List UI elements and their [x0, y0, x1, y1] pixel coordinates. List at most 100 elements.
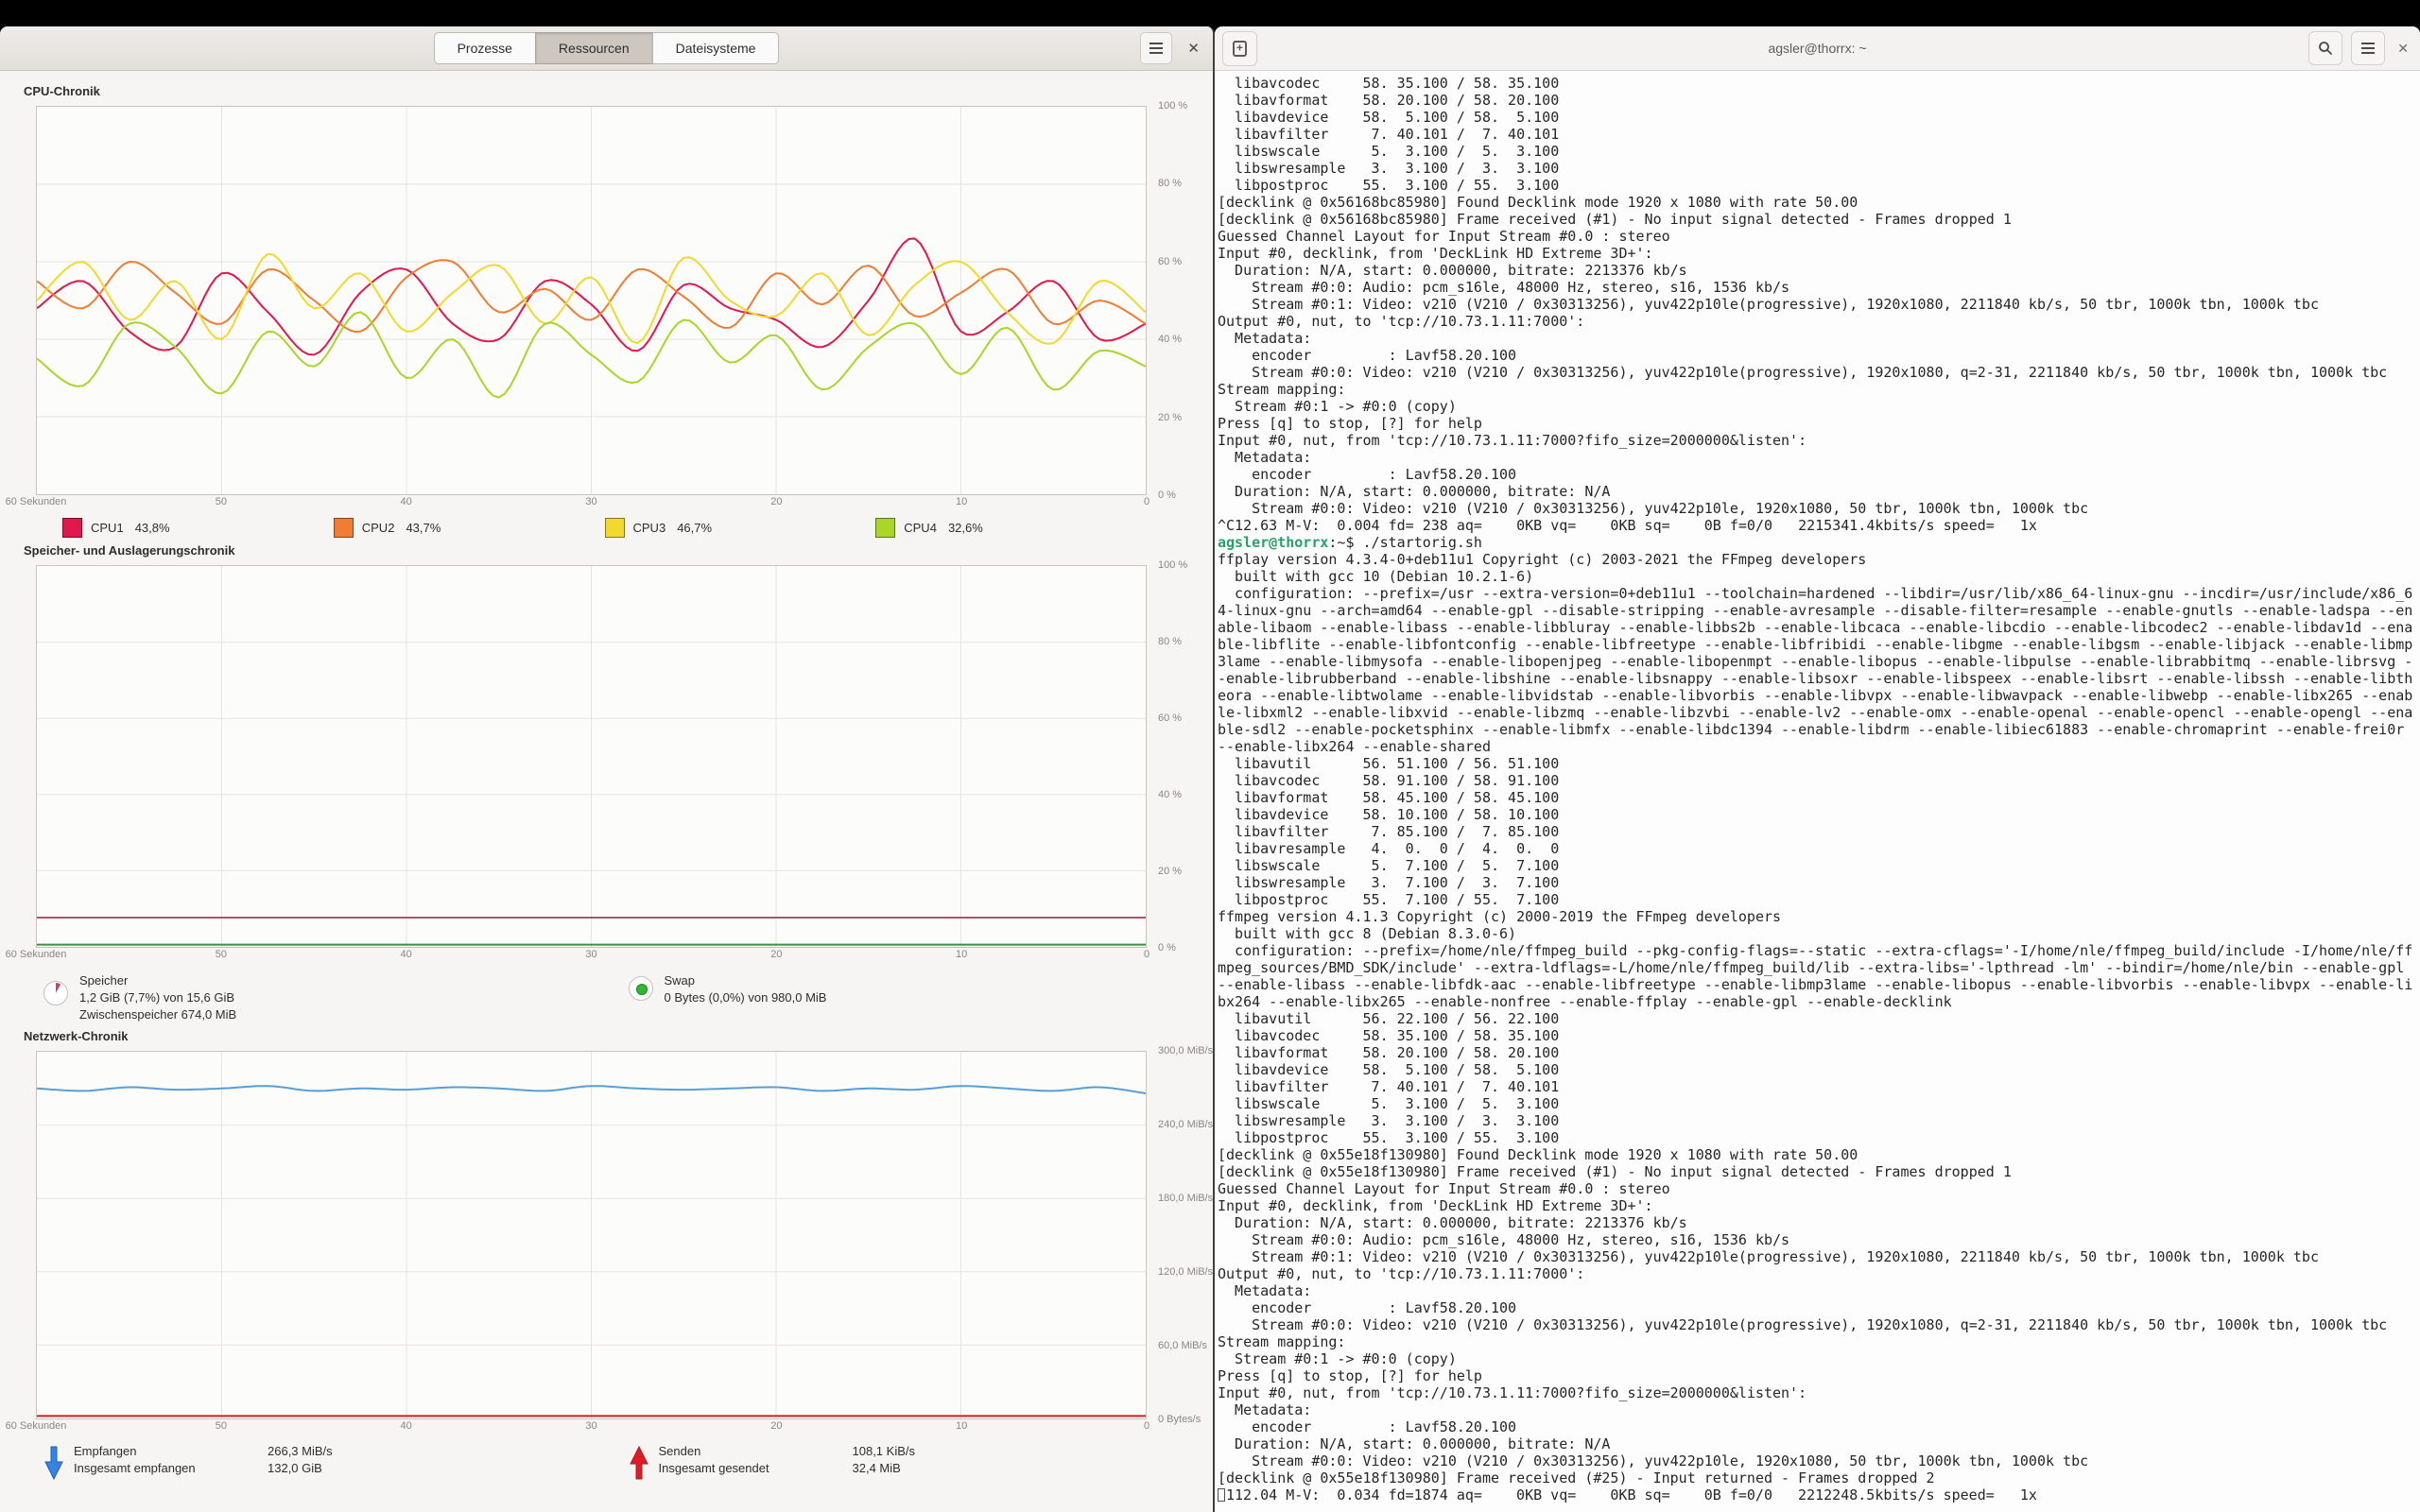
receive-total-label: Insgesamt empfangen [74, 1460, 268, 1477]
x-tick-label: 0 [1144, 949, 1150, 960]
terminal-output[interactable]: libavcodec 58. 35.100 / 58. 35.100 libav… [1215, 71, 2420, 1512]
x-tick-label: 20 [770, 949, 782, 960]
terminal-line: Stream mapping: [1218, 1333, 2420, 1350]
terminal-close-button[interactable]: ✕ [2397, 41, 2409, 57]
new-tab-button[interactable] [1222, 31, 1257, 66]
terminal-line: 3lame --enable-libmysofa --enable-libope… [1218, 653, 2420, 670]
network-section: Netzwerk-Chronik 300,0 MiB/s240,0 MiB/s1… [0, 1029, 1213, 1481]
terminal-line: ffplay version 4.3.4-0+deb11u1 Copyright… [1218, 551, 2420, 568]
terminal-line: Stream #0:0: Video: v210 (V210 / 0x30313… [1218, 1452, 2420, 1469]
cpu-legend-item-2[interactable]: CPU243,7% [334, 518, 605, 538]
x-tick-label: 40 [401, 1420, 412, 1432]
x-tick-label: 30 [585, 496, 596, 507]
cpu-percentage: 43,7% [406, 521, 441, 535]
x-tick-label: 10 [956, 949, 967, 960]
terminal-line: encoder : Lavf58.20.100 [1218, 466, 2420, 483]
cpu-legend-item-4[interactable]: CPU432,6% [875, 518, 1147, 538]
cpu-percentage: 46,7% [677, 521, 712, 535]
terminal-line: Stream #0:1: Video: v210 (V210 / 0x30313… [1218, 296, 2420, 313]
y-tick-label: 80 % [1158, 636, 1182, 647]
x-tick-label: 50 [216, 496, 227, 507]
y-tick-label: 60,0 MiB/s [1158, 1340, 1207, 1351]
terminal-line: bx264 --enable-libx265 --enable-nonfree … [1218, 993, 2420, 1010]
y-tick-label: 120,0 MiB/s [1158, 1266, 1213, 1278]
terminal-line: libavformat 58. 20.100 / 58. 20.100 [1218, 1044, 2420, 1061]
cpu-name: CPU4 [904, 521, 937, 535]
terminal-line: Press [q] to stop, [?] for help [1218, 415, 2420, 432]
y-tick-label: 180,0 MiB/s [1158, 1193, 1213, 1204]
network-y-axis: 300,0 MiB/s240,0 MiB/s180,0 MiB/s120,0 M… [1158, 1051, 1215, 1419]
terminal-line: Stream #0:1 -> #0:0 (copy) [1218, 398, 2420, 415]
cpu-legend: CPU143,8%CPU243,7% CPU3 46,7% CPU432,6% [62, 518, 1147, 538]
search-button[interactable] [2308, 31, 2342, 65]
terminal-line: Metadata: [1218, 1282, 2420, 1299]
terminal-line: Duration: N/A, start: 0.000000, bitrate:… [1218, 1435, 2420, 1452]
terminal-line: libpostproc 55. 3.100 / 55. 3.100 [1218, 177, 2420, 194]
cpu-legend-item-1[interactable]: CPU143,8% [62, 518, 334, 538]
terminal-line: built with gcc 8 (Debian 8.3.0-6) [1218, 925, 2420, 942]
send-legend-item: Senden 108,1 KiB/s Insgesamt gesendet 32… [629, 1443, 1214, 1481]
cpu-legend-item-3[interactable]: CPU3 46,7% [605, 518, 876, 538]
terminal-line: Output #0, nut, to 'tcp://10.73.1.11:700… [1218, 313, 2420, 330]
memory-legend-item: Speicher 1,2 GiB (7,7%) von 15,6 GiB Zwi… [43, 972, 629, 1023]
workspace: Prozesse Ressourcen Dateisysteme ✕ CPU-C… [0, 26, 2420, 1512]
terminal-line: configuration: --prefix=/home/nle/ffmpeg… [1218, 942, 2420, 959]
receive-label: Empfangen [74, 1443, 268, 1460]
y-tick-label: 0 % [1158, 942, 1176, 954]
cpu-name: CPU3 [633, 521, 666, 535]
terminal-line: able-libaom --enable-libass --enable-lib… [1218, 619, 2420, 636]
x-tick-label: 20 [770, 1420, 782, 1432]
terminal-title: agsler@thorrx: ~ [1768, 41, 1866, 56]
close-window-button[interactable]: ✕ [1187, 40, 1200, 57]
x-tick-label: 30 [585, 949, 596, 960]
network-chart-canvas [37, 1052, 1146, 1418]
x-tick-label: 40 [401, 496, 412, 507]
terminal-line: libpostproc 55. 3.100 / 55. 3.100 [1218, 1129, 2420, 1146]
terminal-line: le-libxml2 --enable-libxvid --enable-lib… [1218, 704, 2420, 721]
terminal-window: agsler@thorrx: ~ ✕ lib [1215, 26, 2420, 1512]
terminal-line: Guessed Channel Layout for Input Stream … [1218, 1180, 2420, 1197]
terminal-line: Input #0, decklink, from 'DeckLink HD Ex… [1218, 245, 2420, 262]
terminal-line: mpeg_sources/BMD_SDK/include' --extra-ld… [1218, 959, 2420, 976]
terminal-line: encoder : Lavf58.20.100 [1218, 347, 2420, 364]
terminal-line: libavformat 58. 45.100 / 58. 45.100 [1218, 789, 2420, 806]
terminal-line: Metadata: [1218, 1401, 2420, 1418]
x-tick-label: 60 Sekunden [6, 1420, 67, 1432]
cpu-color-swatch[interactable] [62, 518, 82, 538]
swap-dot-icon [629, 976, 653, 1001]
search-icon [2318, 41, 2333, 56]
memory-chart-canvas [37, 566, 1146, 947]
terminal-line: libavcodec 58. 35.100 / 58. 35.100 [1218, 75, 2420, 92]
tab-ressourcen[interactable]: Ressourcen [535, 32, 653, 64]
terminal-line: Stream #0:0: Video: v210 (V210 / 0x30313… [1218, 1316, 2420, 1333]
terminal-line: Duration: N/A, start: 0.000000, bitrate:… [1218, 1214, 2420, 1231]
terminal-cursor [1218, 1488, 1225, 1502]
swap-label: Swap [665, 972, 827, 989]
terminal-headerbar: agsler@thorrx: ~ ✕ [1215, 26, 2420, 71]
terminal-line: [decklink @ 0x55e18f130980] Found Deckli… [1218, 1146, 2420, 1163]
cpu-color-swatch[interactable] [334, 518, 354, 538]
terminal-line: Stream #0:0: Video: v210 (V210 / 0x30313… [1218, 364, 2420, 381]
y-tick-label: 240,0 MiB/s [1158, 1119, 1213, 1130]
x-tick-label: 50 [216, 949, 227, 960]
terminal-line: agsler@thorrx:~$ ./startorig.sh [1218, 534, 2420, 551]
x-tick-label: 50 [216, 1420, 227, 1432]
tab-prozesse[interactable]: Prozesse [434, 32, 536, 64]
hamburger-menu-button[interactable] [1140, 32, 1172, 64]
terminal-menu-button[interactable] [2351, 31, 2385, 65]
x-tick-label: 20 [770, 496, 782, 507]
receive-legend-item: Empfangen 266,3 MiB/s Insgesamt empfange… [43, 1443, 629, 1481]
terminal-line: libswresample 3. 3.100 / 3. 3.100 [1218, 160, 2420, 177]
tab-dateisysteme[interactable]: Dateisysteme [652, 32, 780, 64]
terminal-line: Guessed Channel Layout for Input Stream … [1218, 228, 2420, 245]
cpu-color-swatch[interactable] [875, 518, 895, 538]
terminal-line: libavdevice 58. 5.100 / 58. 5.100 [1218, 109, 2420, 126]
memory-x-axis: 60 Sekunden50403020100 [36, 948, 1147, 963]
terminal-line: eora --enable-libtwolame --enable-libvid… [1218, 687, 2420, 704]
terminal-line: Press [q] to stop, [?] for help [1218, 1367, 2420, 1384]
system-monitor-headerbar: Prozesse Ressourcen Dateisysteme ✕ [0, 26, 1213, 71]
terminal-line: Stream #0:0: Audio: pcm_s16le, 48000 Hz,… [1218, 1231, 2420, 1248]
cpu-section-title: CPU-Chronik [24, 84, 1213, 98]
terminal-line: libavresample 4. 0. 0 / 4. 0. 0 [1218, 840, 2420, 857]
cpu-color-swatch[interactable] [605, 518, 625, 538]
